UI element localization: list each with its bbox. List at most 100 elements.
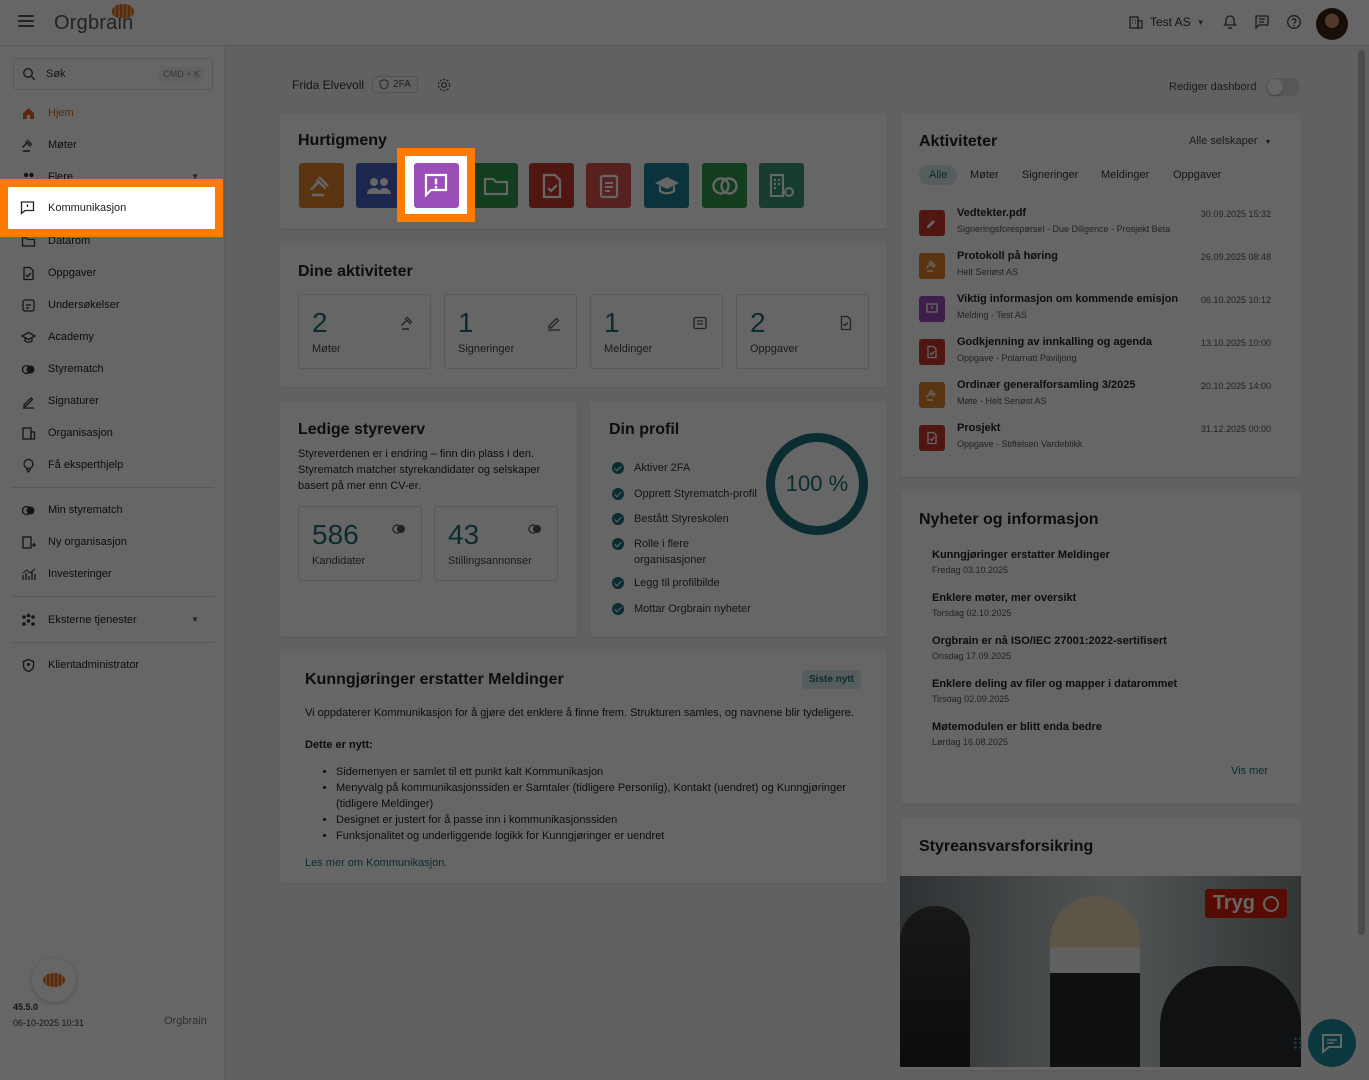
sidebar-item-undersokelser[interactable]: Undersøkelser xyxy=(0,293,225,317)
tab-alle[interactable]: Alle xyxy=(919,165,958,185)
tab-oppgaver[interactable]: Oppgaver xyxy=(1163,165,1231,185)
sidebar-item-kommunikasjon[interactable]: Kommunikasjon xyxy=(0,179,223,237)
activity-row[interactable]: Godkjenning av innkalling og agenda Oppg… xyxy=(919,336,1271,376)
sidebar-item-label: Klientadministrator xyxy=(48,659,140,671)
scrollbar[interactable] xyxy=(1358,50,1365,935)
avatar[interactable] xyxy=(1316,8,1348,40)
sidebar-item-organisasjon[interactable]: Organisasjon xyxy=(0,421,225,445)
building-icon xyxy=(1129,16,1143,29)
profile-progress-ring: 100 % xyxy=(766,433,868,535)
brain-logo-icon xyxy=(112,4,134,18)
home-icon xyxy=(20,105,36,121)
chat-icon[interactable] xyxy=(1254,14,1270,30)
activity-title: Vedtekter.pdf xyxy=(957,207,1027,219)
insurance-image[interactable]: Tryg xyxy=(900,876,1301,1067)
announcement-intro: Vi oppdaterer Kommunikasjon for å gjøre … xyxy=(305,707,854,719)
stat-label: Signeringer xyxy=(458,343,515,355)
sidebar-item-moter[interactable]: Møter xyxy=(0,133,225,157)
orgbrain-help-button[interactable] xyxy=(32,958,76,1002)
styrematch-icon xyxy=(392,524,405,534)
quick-organisation-button[interactable] xyxy=(759,163,804,208)
search-input[interactable]: Søk CMD + K xyxy=(13,58,213,90)
search-label: Søk xyxy=(46,68,66,80)
services-icon xyxy=(20,612,36,628)
version-number: 45.5.0 xyxy=(13,1002,39,1012)
activity-row[interactable]: Vedtekter.pdf Signeringsforespørsel - Du… xyxy=(919,207,1271,247)
sidebar-item-oppgaver[interactable]: Oppgaver xyxy=(0,261,225,285)
sidebar-item-label: Ny organisasjon xyxy=(48,536,127,548)
stat-tasks[interactable]: 2 Oppgaver xyxy=(736,294,869,369)
sidebar-item-label: Møter xyxy=(48,139,77,151)
help-icon[interactable] xyxy=(1286,14,1302,30)
quick-tasks-button[interactable] xyxy=(529,163,574,208)
company-filter[interactable]: Alle selskaper ▼ xyxy=(1189,135,1271,147)
insurance-title: Styreansvarsforsikring xyxy=(919,838,1094,855)
sidebar-item-eksperthjelp[interactable]: Få eksperthjelp xyxy=(0,453,225,477)
build-date: 06-10-2025 10:31 xyxy=(13,1018,85,1028)
news-more-link[interactable]: Vis mer xyxy=(1231,765,1268,777)
styrematch-icon xyxy=(20,361,36,377)
sidebar-item-hjem[interactable]: Hjem xyxy=(0,101,225,125)
stat-signings[interactable]: 1 Signeringer xyxy=(444,294,577,369)
drag-handle-icon[interactable] xyxy=(1293,1036,1303,1050)
list-item: Sidemenyen er samlet til ett punkt kalt … xyxy=(336,764,867,780)
sidebar-item-klientadministrator[interactable]: Klientadministrator xyxy=(0,653,225,677)
news-item[interactable]: Kunngjøringer erstatter Meldinger Fredag … xyxy=(932,549,1110,575)
sidebar-item-ny-organisasjon[interactable]: Ny organisasjon xyxy=(0,530,225,554)
announcement-tag: Siste nytt xyxy=(802,670,862,689)
menu-icon[interactable] xyxy=(18,15,34,27)
announcement-link[interactable]: Les mer om Kommunikasjon. xyxy=(305,855,447,871)
activity-subtitle: Signeringsforespørsel - Due Diligence - … xyxy=(957,224,1171,234)
activity-date: 20.10.2025 14:00 xyxy=(1200,381,1271,391)
app-logo[interactable]: Orgbrain xyxy=(54,4,134,35)
activity-row[interactable]: Protokoll på høring Helt Seriøst AS 26.0… xyxy=(919,250,1271,290)
activity-row[interactable]: Ordinær generalforsamling 3/2025 Møte - … xyxy=(919,379,1271,419)
sidebar-item-min-styrematch[interactable]: Min styrematch xyxy=(0,498,225,522)
news-item[interactable]: Enklere deling av filer og mapper i data… xyxy=(932,678,1177,704)
sidebar-divider xyxy=(12,487,214,488)
sidebar-item-label: Få eksperthjelp xyxy=(48,459,124,471)
company-selector[interactable]: Test AS ▼ xyxy=(1128,14,1205,30)
tab-moter[interactable]: Møter xyxy=(960,165,1009,185)
bell-icon[interactable] xyxy=(1222,14,1238,30)
quick-meetings-button[interactable] xyxy=(299,163,344,208)
sidebar-item-label: Oppgaver xyxy=(48,267,97,279)
quick-survey-button[interactable] xyxy=(586,163,631,208)
edit-dashboard-toggle[interactable] xyxy=(1266,78,1301,96)
tab-meldinger[interactable]: Meldinger xyxy=(1091,165,1159,185)
quick-communication-button[interactable] xyxy=(397,148,475,222)
sidebar-item-styrematch[interactable]: Styrematch xyxy=(0,357,225,381)
activity-title: Prosjekt xyxy=(957,422,1001,434)
quick-menu-title: Hurtigmeny xyxy=(298,132,387,149)
stat-candidates[interactable]: 586 Kandidater xyxy=(298,506,422,581)
quick-users-button[interactable] xyxy=(356,163,401,208)
twofa-badge: 2FA xyxy=(372,76,418,93)
quick-styrematch-button[interactable] xyxy=(702,163,747,208)
stat-meetings[interactable]: 2 Møter xyxy=(298,294,431,369)
activity-row[interactable]: Prosjekt Oppgave - Stiftelsen Vardeblikk… xyxy=(919,422,1271,462)
sidebar-item-label: Hjem xyxy=(48,107,74,119)
quick-dataroom-button[interactable] xyxy=(473,163,518,208)
activity-title: Ordinær generalforsamling 3/2025 xyxy=(957,379,1136,391)
chat-support-button[interactable] xyxy=(1308,1019,1356,1067)
check-icon xyxy=(612,538,624,550)
sidebar-item-investeringer[interactable]: Investeringer xyxy=(0,562,225,586)
sidebar-item-eksterne-tjenester[interactable]: Eksterne tjenester ▼ xyxy=(0,608,225,632)
stat-value: 2 xyxy=(312,307,328,338)
stat-messages[interactable]: 1 Meldinger xyxy=(590,294,723,369)
activity-title: Protokoll på høring xyxy=(957,250,1058,262)
news-item[interactable]: Orgbrain er nå ISO/IEC 27001:2022-sertif… xyxy=(932,635,1167,661)
profile-item-label: Legg til profilbilde xyxy=(634,577,720,589)
news-item[interactable]: Møtemodulen er blitt enda bedre Lørdag 16… xyxy=(932,721,1102,747)
gear-icon[interactable] xyxy=(436,77,452,93)
activity-row[interactable]: Viktig informasjon om kommende emisjon M… xyxy=(919,293,1271,333)
news-item[interactable]: Enklere møter, mer oversikt Torsdag 02.10… xyxy=(932,592,1076,618)
search-shortcut: CMD + K xyxy=(159,67,204,81)
profile-item: Aktiver 2FA xyxy=(612,460,690,476)
sidebar-item-academy[interactable]: Academy xyxy=(0,325,225,349)
stat-job-ads[interactable]: 43 Stillingsannonser xyxy=(434,506,558,581)
sidebar-item-signaturer[interactable]: Signaturer xyxy=(0,389,225,413)
tab-signeringer[interactable]: Signeringer xyxy=(1012,165,1088,185)
quick-academy-button[interactable] xyxy=(644,163,689,208)
sidebar-item-label: Organisasjon xyxy=(48,427,113,439)
